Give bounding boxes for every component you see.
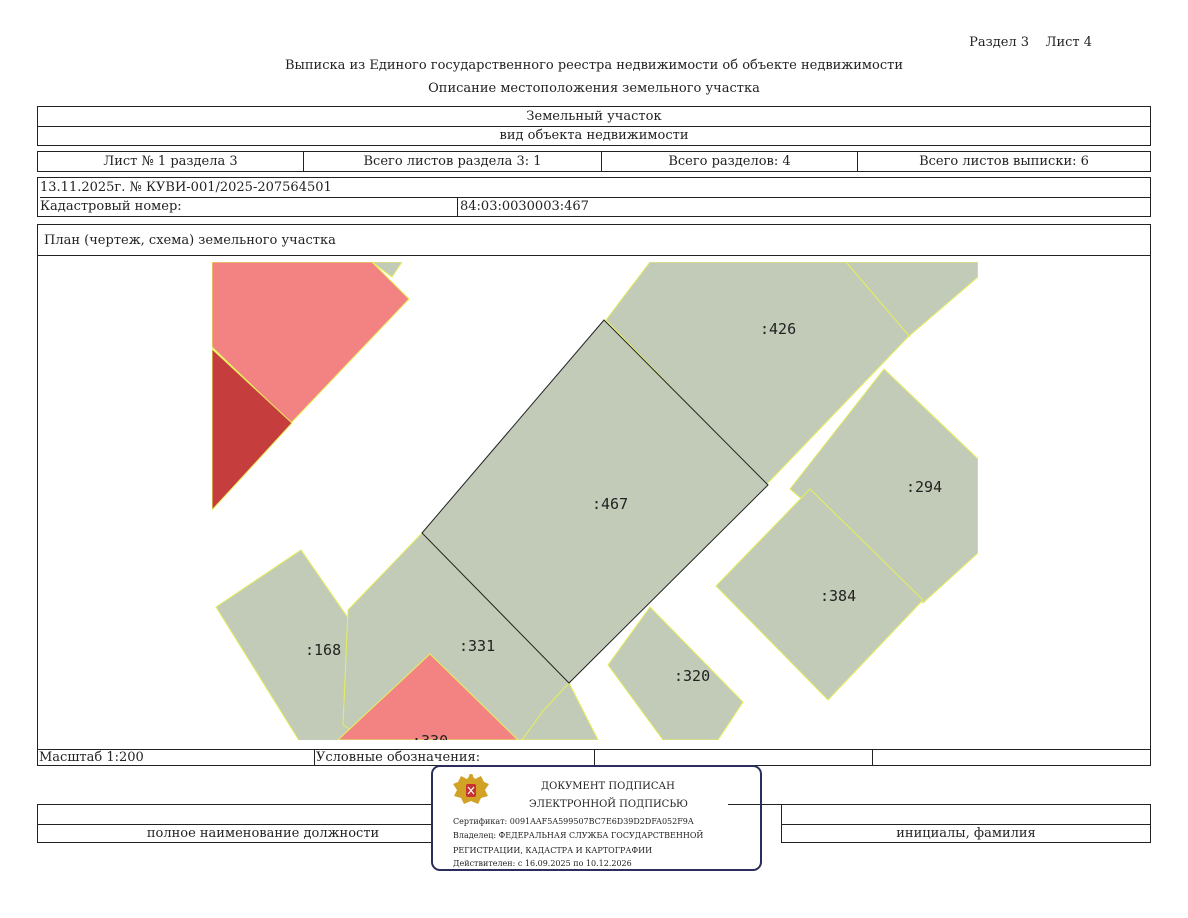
sheets-row: Лист № 1 раздела 3 Всего листов раздела … [37, 151, 1151, 172]
stamp-owner-line1: Владелец: ФЕДЕРАЛЬНАЯ СЛУЖБА ГОСУДАРСТВЕ… [453, 831, 704, 840]
parcel-label-294: :294 [906, 478, 942, 496]
legend-title: Условные обозначения: [316, 750, 481, 765]
stamp-line2: ЭЛЕКТРОННОЙ ПОДПИСЬЮ [529, 799, 688, 810]
cadastral-map[interactable]: :426 :467 :294 :384 :168 :331 :320 :330 [38, 255, 1150, 750]
parcel-label-467: :467 [592, 495, 628, 513]
coat-of-arms-icon [453, 774, 489, 804]
total-extract-sheets: Всего листов выписки: 6 [857, 152, 1150, 171]
sheet-number: Лист № 1 раздела 3 [103, 154, 238, 169]
document-title: Выписка из Единого государственного реес… [284, 58, 904, 73]
stamp-valid: Действителен: с 16.09.2025 по 10.12.2026 [453, 859, 632, 868]
section-sheet-info: Раздел 3 Лист 4 [969, 35, 1092, 50]
scale: Масштаб 1:200 [39, 750, 144, 765]
watermark [855, 748, 877, 822]
cadastral-label: Кадастровый номер: [40, 199, 182, 214]
name-caption: инициалы, фамилия [896, 826, 1036, 841]
record-date-number: 13.11.2025г. № КУВИ-001/2025-207564501 [40, 179, 1150, 198]
parcel-label-384: :384 [820, 587, 856, 605]
plan-title: План (чертеж, схема) земельного участка [44, 233, 336, 248]
parcel-label-330: :330 [412, 732, 448, 750]
object-type-block: Земельный участок вид объекта недвижимос… [37, 106, 1151, 146]
parcel-label-320: :320 [674, 667, 710, 685]
e-signature-stamp: ДОКУМЕНТ ПОДПИСАН ЭЛЕКТРОННОЙ ПОДПИСЬЮ С… [431, 765, 762, 871]
stamp-certificate: Сертификат: 0091AAF5A599507BC7E6D39D2DFA… [453, 817, 694, 826]
document-subtitle: Описание местоположения земельного участ… [428, 81, 760, 96]
stamp-owner-line2: РЕГИСТРАЦИИ, КАДАСТРА И КАРТОГРАФИИ [453, 846, 653, 855]
cadastral-number[interactable]: 84:03:0030003:467 [460, 198, 589, 216]
stamp-line1: ДОКУМЕНТ ПОДПИСАН [541, 781, 675, 792]
map-svg: :426 :467 :294 :384 :168 :331 :320 :330 [212, 262, 978, 750]
parcel-label-331: :331 [459, 637, 495, 655]
scale-legend-row: Масштаб 1:200 Условные обозначения: [37, 749, 1151, 766]
record-block: 13.11.2025г. № КУВИ-001/2025-207564501 К… [37, 177, 1151, 217]
parcel-label-426: :426 [760, 320, 796, 338]
total-sections: Всего разделов: 4 [601, 152, 857, 171]
object-type-caption: вид объекта недвижимости [499, 128, 689, 143]
object-type: Земельный участок [38, 108, 1150, 127]
total-section-sheets: Всего листов раздела 3: 1 [303, 152, 601, 171]
parcel-label-168: :168 [305, 641, 341, 659]
position-caption: полное наименование должности [146, 826, 380, 841]
